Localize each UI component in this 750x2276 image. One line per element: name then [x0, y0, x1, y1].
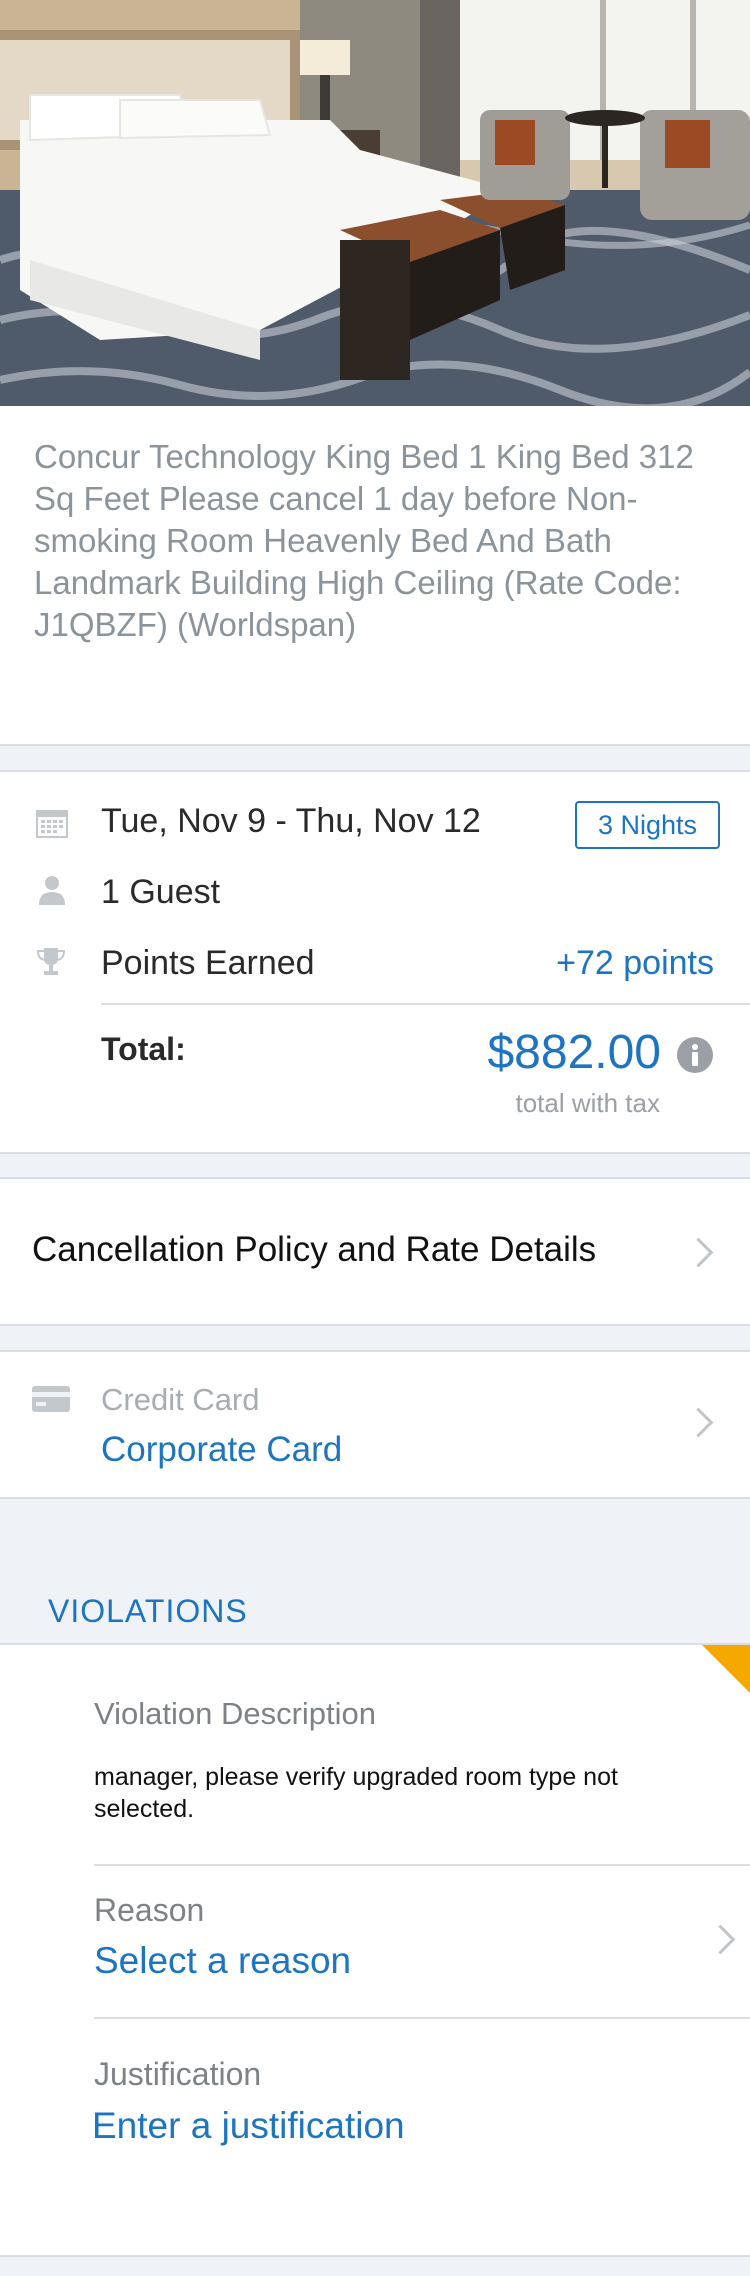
info-icon[interactable] — [677, 1037, 713, 1073]
points-earned-label: Points Earned — [101, 944, 315, 982]
violations-header: VIOLATIONS — [48, 1593, 248, 1629]
nights-badge: 3 Nights — [575, 801, 720, 849]
hotel-room-photo — [0, 0, 750, 406]
credit-card-row[interactable] — [0, 1350, 750, 1499]
total-price: $882.00 — [487, 1026, 661, 1079]
justification-label: Justification — [94, 2056, 262, 2092]
guest-count: 1 Guest — [101, 873, 221, 911]
trophy-icon — [36, 946, 66, 976]
credit-card-value: Corporate Card — [101, 1430, 343, 1469]
warning-corner-flag — [702, 1645, 750, 1693]
cancellation-policy-label: Cancellation Policy and Rate Details — [32, 1230, 597, 1269]
credit-card-label: Credit Card — [101, 1382, 260, 1417]
points-earned-value: +72 points — [556, 944, 714, 982]
person-icon — [38, 875, 66, 905]
calendar-icon — [36, 808, 68, 838]
credit-card-icon — [32, 1386, 70, 1412]
reason-label: Reason — [94, 1892, 205, 1928]
reason-value: Select a reason — [94, 1940, 352, 1981]
stay-dates: Tue, Nov 9 - Thu, Nov 12 — [101, 802, 481, 840]
total-label: Total: — [101, 1031, 186, 1067]
violation-description-text: manager, please verify upgraded room typ… — [94, 1763, 618, 1823]
bottom-spacer — [0, 2255, 750, 2276]
total-note: total with tax — [515, 1088, 660, 1118]
room-description: Concur Technology King Bed 1 King Bed 31… — [34, 438, 694, 643]
justification-value: Enter a justification — [92, 2105, 405, 2146]
details-divider — [101, 1003, 750, 1005]
violation-description-label: Violation Description — [94, 1696, 377, 1731]
